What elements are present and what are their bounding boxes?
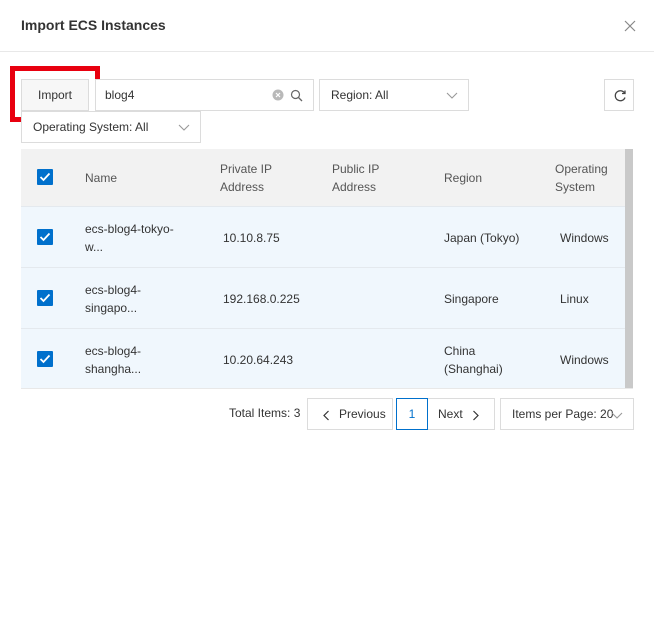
cell-name-line1: ecs-blog4- [85,283,142,297]
previous-page-button[interactable]: Previous [307,398,393,430]
region-select-label: Region: All [331,88,389,102]
select-all-checkbox[interactable] [37,169,53,185]
chevron-right-icon [473,410,479,421]
cell-name-line1: ecs-blog4-tokyo- [85,222,174,236]
close-icon [624,20,636,32]
chevron-down-icon [446,92,458,99]
instances-table: Name Private IP Address Public IP Addres… [21,149,633,389]
dialog-header: Import ECS Instances [0,0,654,52]
table-row[interactable]: ecs-blog4- singapo... 192.168.0.225 Sing… [21,267,625,328]
import-button[interactable]: Import [21,79,89,111]
cell-name-line1: ecs-blog4- [85,344,142,358]
close-button[interactable] [620,16,640,36]
cell-name-line2: w... [85,240,104,254]
items-per-page-select[interactable]: Items per Page: 20 [500,398,634,430]
cell-region: China (Shanghai) [444,342,503,378]
table-scrollbar[interactable] [625,149,633,388]
table-header: Name Private IP Address Public IP Addres… [21,149,625,206]
checkmark-icon [39,354,51,364]
dialog-title: Import ECS Instances [21,17,166,33]
col-header-os-line1: Operating [555,162,608,176]
col-header-public-ip-line2: Address [332,180,377,194]
cell-private-ip: 10.10.8.75 [223,231,280,245]
col-header-private-ip: Private IP Address [220,160,272,196]
chevron-down-icon [611,412,623,419]
next-label: Next [438,407,463,421]
cell-name-line2: shangha... [85,362,142,376]
os-select-label: Operating System: All [33,120,149,134]
cell-region-line1: Japan (Tokyo) [444,231,520,245]
previous-label: Previous [339,407,386,421]
col-header-public-ip: Public IP Address [332,160,379,196]
col-header-region: Region [444,171,483,185]
row-checkbox[interactable] [37,351,53,367]
cell-name: ecs-blog4-tokyo- w... [85,220,174,256]
clear-icon[interactable] [272,89,284,101]
search-icon[interactable] [290,89,303,102]
next-page-button[interactable]: Next [428,398,495,430]
region-select[interactable]: Region: All [319,79,469,111]
col-header-private-ip-line2: Address [220,180,265,194]
cell-os: Windows [560,353,609,367]
table-row[interactable]: ecs-blog4-tokyo- w... 10.10.8.75 Japan (… [21,206,625,267]
row-checkbox[interactable] [37,229,53,245]
table-row[interactable]: ecs-blog4- shangha... 10.20.64.243 China… [21,328,625,388]
items-per-page-label: Items per Page: 20 [512,407,614,421]
cell-os: Linux [560,292,589,306]
cell-region: Japan (Tokyo) [444,229,519,247]
cell-name-line2: singapo... [85,301,138,315]
cell-name: ecs-blog4- singapo... [85,281,141,317]
checkmark-icon [39,293,51,303]
refresh-icon [614,90,626,102]
chevron-left-icon [323,410,329,421]
cell-region-line2: (Shanghai) [444,362,503,376]
cell-region: Singapore [444,290,499,308]
page-number-current[interactable]: 1 [396,398,428,430]
search-input[interactable] [105,80,265,110]
chevron-down-icon [178,124,190,131]
cell-private-ip: 10.20.64.243 [223,353,294,367]
col-header-os-line2: System [555,180,596,194]
os-select[interactable]: Operating System: All [21,111,201,143]
col-header-private-ip-line1: Private IP [220,162,273,176]
refresh-button[interactable] [604,79,634,111]
checkmark-icon [39,172,51,182]
checkmark-icon [39,232,51,242]
cell-private-ip: 192.168.0.225 [223,292,300,306]
col-header-os: Operating System [555,160,608,196]
search-box [95,79,314,111]
cell-region-line1: China [444,344,476,358]
row-checkbox[interactable] [37,290,53,306]
cell-os: Windows [560,231,609,245]
col-header-public-ip-line1: Public IP [332,162,380,176]
import-ecs-dialog: Import ECS Instances Import Region: All [0,0,654,626]
total-items: Total Items: 3 [229,406,301,420]
cell-region-line1: Singapore [444,292,499,306]
cell-name: ecs-blog4- shangha... [85,342,141,378]
col-header-name: Name [85,171,118,185]
